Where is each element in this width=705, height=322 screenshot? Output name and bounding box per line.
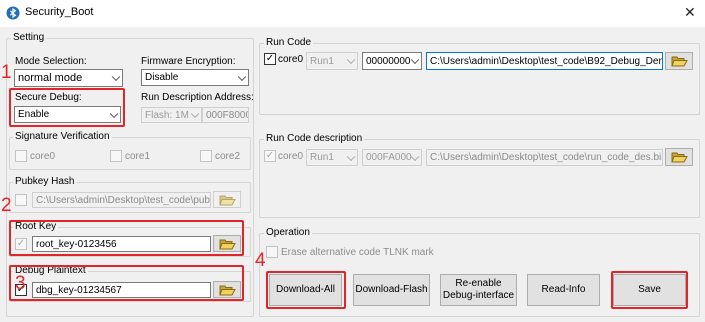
signature-verification-label: Signature Verification	[13, 131, 112, 142]
mode-selection-label: Mode Selection:	[15, 56, 87, 67]
chevron-down-icon	[237, 72, 247, 81]
sig-core1-label: core1	[125, 151, 151, 162]
annotation-number-3: 3	[15, 273, 26, 294]
firmware-encryption-label: Firmware Encryption:	[141, 56, 236, 67]
pubkey-hash-browse-button[interactable]	[213, 191, 241, 208]
run-description-address-field[interactable]: 000F8000	[202, 107, 249, 123]
annotation-number-2: 2	[1, 195, 12, 216]
pubkey-hash-checkbox[interactable]	[15, 194, 27, 206]
run-code-address-value: 00000000	[366, 55, 411, 67]
annotation-box-root-key	[9, 220, 244, 256]
annotation-number-1: 1	[1, 62, 12, 83]
chevron-down-icon	[346, 55, 356, 65]
firmware-encryption-combo[interactable]: Disable	[141, 69, 249, 86]
run-code-desc-core0-checkbox[interactable]	[264, 150, 276, 162]
run-code-desc-path-field[interactable]: C:\Users\admin\Desktop\test_code\run_cod…	[426, 149, 663, 166]
run-description-address-label: Run Description Address:	[141, 92, 254, 103]
run-code-desc-address-value: 000FA000	[366, 152, 412, 163]
run-code-group-label: Run Code	[264, 37, 314, 48]
run-code-path-field[interactable]: C:\Users\admin\Desktop\test_code\B92_Deb…	[426, 52, 663, 70]
title-bar: Security_Boot ✕	[0, 0, 705, 26]
chevron-down-icon	[190, 109, 200, 119]
bluetooth-logo-icon	[6, 6, 20, 20]
chevron-down-icon	[346, 152, 356, 161]
run-code-run-combo[interactable]: Run1	[306, 52, 358, 70]
run-code-desc-browse-button[interactable]	[665, 148, 693, 166]
mode-selection-combo[interactable]: normal mode	[14, 69, 123, 87]
sig-core2-label: core2	[215, 151, 241, 162]
erase-tlnk-checkbox[interactable]	[266, 246, 278, 258]
window-title: Security_Boot	[25, 6, 94, 18]
run-code-core0-label: core0	[278, 54, 304, 65]
reenable-line1: Re-enable	[455, 278, 502, 289]
run-code-desc-run-combo[interactable]: Run1	[306, 149, 358, 166]
run-code-desc-run-value: Run1	[310, 152, 334, 163]
run-code-desc-core0-label: core0	[278, 151, 304, 162]
run-description-flash-value: Flash: 1M	[145, 109, 189, 121]
annotation-box-secure-debug	[9, 88, 125, 127]
firmware-encryption-value: Disable	[145, 72, 179, 83]
reenable-line2: Debug-interface	[442, 290, 515, 301]
run-code-desc-address-combo[interactable]: 000FA000	[362, 149, 422, 166]
chevron-down-icon	[111, 72, 121, 82]
sig-core0-checkbox[interactable]	[15, 150, 27, 162]
sig-core0-label: core0	[30, 151, 56, 162]
close-icon[interactable]: ✕	[684, 4, 696, 21]
download-flash-button[interactable]: Download-Flash	[353, 274, 430, 306]
pubkey-hash-label: Pubkey Hash	[13, 176, 77, 187]
annotation-number-4: 4	[255, 250, 266, 271]
reenable-debug-interface-button[interactable]: Re-enable Debug-interface	[440, 274, 517, 306]
setting-group-label: Setting	[11, 32, 47, 43]
open-folder-icon	[670, 56, 688, 67]
run-code-browse-button[interactable]	[665, 52, 693, 70]
chevron-down-icon	[410, 55, 420, 65]
pubkey-hash-field[interactable]: C:\Users\admin\Desktop\test_code\public_	[32, 192, 211, 208]
annotation-box-download-all	[266, 271, 346, 309]
operation-group-label: Operation	[264, 227, 312, 238]
run-code-core0-checkbox[interactable]	[264, 53, 276, 65]
open-folder-icon	[670, 152, 688, 163]
run-code-description-group-label: Run Code description	[264, 133, 365, 144]
annotation-box-save	[611, 271, 688, 309]
read-info-button[interactable]: Read-Info	[527, 274, 600, 306]
chevron-down-icon	[410, 152, 420, 161]
annotation-box-debug-plaintext	[9, 265, 244, 301]
run-code-run-value: Run1	[310, 55, 334, 67]
sig-core2-checkbox[interactable]	[200, 150, 212, 162]
sig-core1-checkbox[interactable]	[110, 150, 122, 162]
run-code-address-combo[interactable]: 00000000	[362, 52, 422, 70]
run-description-flash-combo[interactable]: Flash: 1M	[141, 107, 202, 123]
erase-tlnk-label: Erase alternative code TLNK mark	[281, 247, 434, 258]
open-folder-icon	[218, 195, 236, 205]
mode-selection-value: normal mode	[18, 72, 83, 84]
